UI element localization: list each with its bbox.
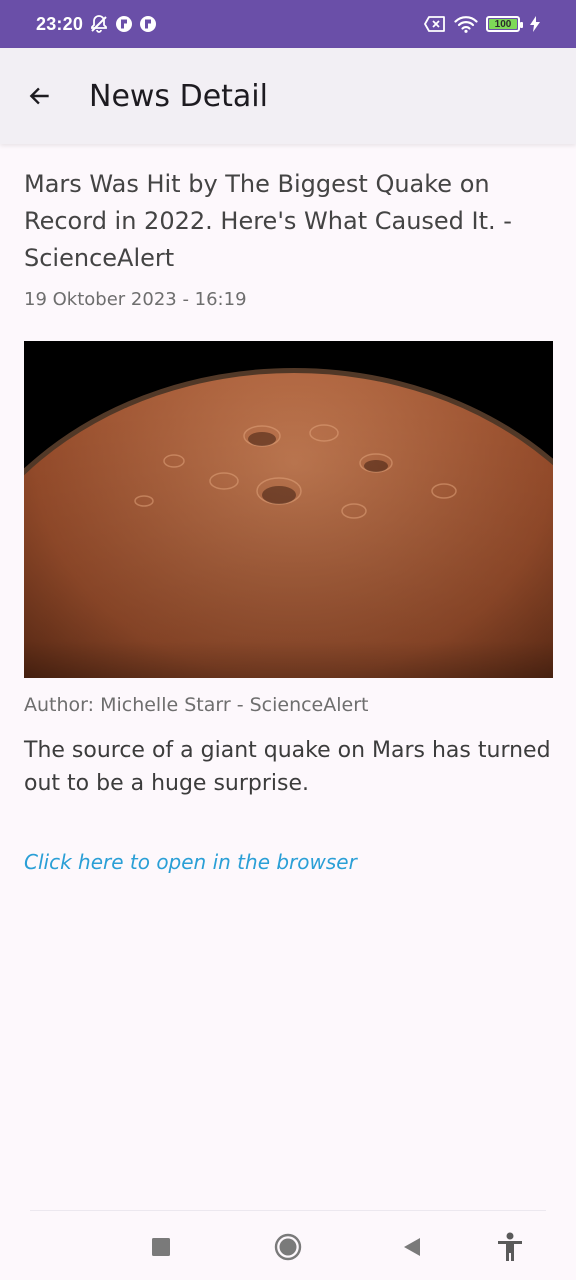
status-bar: 23:20 100: [0, 0, 576, 48]
arrow-back-icon: [27, 83, 53, 109]
back-button[interactable]: [0, 48, 80, 144]
article-content: Mars Was Hit by The Biggest Quake on Rec…: [24, 166, 553, 874]
status-left: 23:20: [36, 14, 157, 35]
page-title: News Detail: [89, 78, 268, 114]
home-icon: [274, 1233, 302, 1261]
article-author: Author: Michelle Starr - ScienceAlert: [24, 694, 369, 716]
status-right: 100: [424, 15, 540, 33]
app-notification-icon: [139, 15, 157, 33]
sim-off-icon: [424, 16, 446, 32]
article-title: Mars Was Hit by The Biggest Quake on Rec…: [24, 170, 512, 272]
open-in-browser-link[interactable]: Click here to open in the browser: [24, 850, 357, 874]
wifi-icon: [454, 15, 478, 33]
navigation-bar: [0, 1210, 576, 1280]
home-button[interactable]: [273, 1232, 303, 1262]
system-back-button[interactable]: [397, 1232, 427, 1262]
battery-icon: 100: [486, 16, 523, 32]
article-date: 19 Oktober 2023 - 16:19: [24, 289, 247, 310]
accessibility-icon: [496, 1232, 524, 1262]
charging-icon: [530, 16, 540, 32]
mars-surface-image: [24, 341, 553, 678]
recents-button[interactable]: [146, 1232, 176, 1262]
recents-icon: [151, 1237, 171, 1257]
app-bar: News Detail: [0, 48, 576, 144]
notifications-off-icon: [89, 14, 109, 34]
status-time: 23:20: [36, 13, 84, 34]
battery-level: 100: [494, 18, 512, 30]
app-notification-icon: [115, 15, 133, 33]
article-summary: The source of a giant quake on Mars has …: [24, 738, 551, 796]
accessibility-button[interactable]: [495, 1232, 525, 1262]
back-icon: [401, 1236, 423, 1258]
nav-divider: [30, 1210, 546, 1211]
